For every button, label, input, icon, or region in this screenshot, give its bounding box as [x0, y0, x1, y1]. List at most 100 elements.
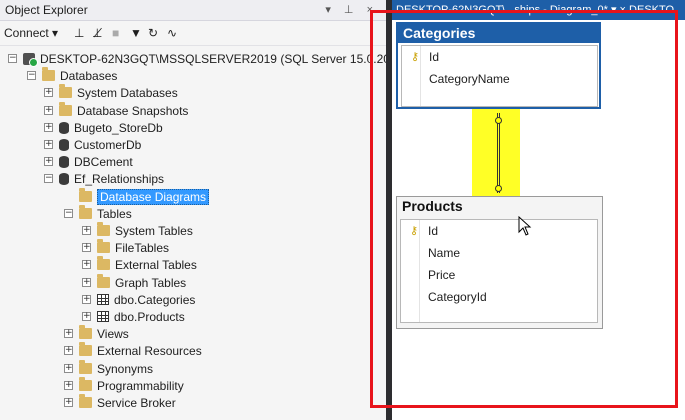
tree-node-label: Bugeto_StoreDb [74, 120, 163, 135]
folder-icon [59, 84, 72, 98]
tree-node[interactable]: Database Diagrams [64, 188, 210, 205]
disconnect-icon[interactable]: ⊥̸ [92, 26, 102, 40]
column-row[interactable]: CategoryName [402, 68, 597, 90]
tree-node-label: Databases [60, 68, 118, 83]
column-row[interactable]: Name [401, 242, 597, 264]
tree-node-label: DESKTOP-62N3GQT\MSSQLSERVER2019 (SQL Ser… [40, 51, 386, 66]
activity-monitor-icon[interactable]: ∿ [167, 26, 177, 40]
tree-node[interactable]: + Bugeto_StoreDb [44, 119, 163, 136]
folder-icon [97, 256, 110, 270]
folder-icon [79, 325, 92, 339]
expand-icon[interactable]: + [82, 278, 91, 287]
tree-node[interactable]: + dbo.Products [82, 308, 185, 325]
tree-node-label: Tables [97, 206, 132, 221]
tree-node[interactable]: − DESKTOP-62N3GQT\MSSQLSERVER2019 (SQL Se… [8, 50, 386, 67]
tree-node-label: FileTables [115, 240, 170, 255]
database-icon [59, 138, 69, 151]
expand-icon[interactable]: + [64, 364, 73, 373]
connect-button[interactable]: Connect ▾ [4, 26, 58, 40]
folder-icon [59, 102, 72, 116]
tree-node[interactable]: + FileTables [82, 239, 169, 256]
tree-node[interactable]: + Service Broker [64, 394, 176, 411]
column-name: CategoryId [428, 290, 487, 304]
tree-node-label: Programmability [97, 378, 184, 393]
collapse-icon[interactable]: − [64, 209, 73, 218]
connect-icon[interactable]: ⊥ [74, 26, 84, 40]
folder-icon [79, 342, 92, 356]
database-icon [59, 155, 69, 168]
column-name: Id [429, 50, 440, 64]
refresh-icon[interactable]: ↻ [148, 26, 158, 40]
tree-node[interactable]: − Ef_Relationships [44, 170, 164, 187]
stop-icon[interactable]: ■ [112, 26, 119, 40]
panel-window-buttons[interactable]: ▾ ⊥ × [325, 3, 378, 16]
column-row[interactable]: ⚷ Id [402, 46, 597, 68]
tree-node-label: System Databases [77, 85, 178, 100]
tree-node[interactable]: + Views [64, 325, 129, 342]
expand-icon[interactable]: + [44, 88, 53, 97]
tree-node[interactable]: − Tables [64, 205, 132, 222]
expand-icon[interactable]: + [44, 123, 53, 132]
column-row[interactable]: Price [401, 264, 597, 286]
server-icon [23, 52, 38, 67]
column-name: CategoryName [429, 72, 510, 86]
tree-node[interactable]: + dbo.Categories [82, 291, 195, 308]
expand-icon[interactable]: + [64, 381, 73, 390]
relationship-line[interactable] [497, 113, 500, 193]
tree-node-label: CustomerDb [74, 137, 142, 152]
collapse-icon[interactable]: − [27, 71, 36, 80]
relationship-key-end-icon [495, 117, 502, 124]
tree-node-label: System Tables [115, 223, 193, 238]
document-tab-bar: DESKTOP-62N3GQT\...ships - Diagram_0* ▾ … [392, 0, 685, 20]
tree-node-label: External Resources [97, 343, 202, 358]
object-explorer-toolbar: Connect ▾ ⊥ ⊥̸ ■ ▼ ↻ ∿ [0, 22, 386, 46]
column-row[interactable]: ⚷ Id [401, 220, 597, 242]
expand-icon[interactable]: + [64, 346, 73, 355]
folder-icon [97, 222, 110, 236]
diagram-canvas[interactable]: Categories ⚷ Id CategoryName Products ⚷ … [392, 20, 685, 420]
tree-node[interactable]: − Databases [27, 67, 117, 84]
database-icon [59, 172, 69, 185]
tree-node[interactable]: + Graph Tables [82, 274, 186, 291]
collapse-icon[interactable]: − [8, 54, 17, 63]
expand-icon[interactable]: + [82, 260, 91, 269]
tree-node[interactable]: + External Resources [64, 342, 202, 359]
table-icon [97, 311, 109, 322]
tree-node[interactable]: + System Databases [44, 84, 178, 101]
tree-node[interactable]: + Database Snapshots [44, 102, 188, 119]
database-icon [59, 121, 69, 134]
column-list: ⚷ Id CategoryName [401, 45, 598, 107]
object-explorer-title: Object Explorer [5, 3, 88, 17]
tree-node[interactable]: + DBCement [44, 153, 133, 170]
table-categories[interactable]: Categories ⚷ Id CategoryName [396, 22, 601, 109]
tree-node[interactable]: + System Tables [82, 222, 193, 239]
expand-icon[interactable]: + [64, 329, 73, 338]
collapse-icon[interactable]: − [44, 174, 53, 183]
expand-icon[interactable]: + [44, 157, 53, 166]
diagram-tab[interactable]: DESKTOP-62N3GQT\...ships - Diagram_0* ▾ … [396, 3, 674, 16]
tree-node[interactable]: + External Tables [82, 256, 197, 273]
expand-icon[interactable]: + [82, 226, 91, 235]
folder-icon [79, 360, 92, 374]
expand-icon[interactable]: + [82, 295, 91, 304]
tree-node-label: Database Snapshots [77, 103, 189, 118]
expand-icon[interactable]: + [82, 312, 91, 321]
tree-node-label: Database Diagrams [97, 188, 210, 205]
expand-icon[interactable]: + [82, 243, 91, 252]
tree-node[interactable]: + Synonyms [64, 360, 153, 377]
column-row[interactable]: CategoryId [401, 286, 597, 308]
relationship-infinity-end-icon [495, 185, 502, 192]
table-products[interactable]: Products ⚷ Id Name Price CategoryId [396, 196, 603, 329]
filter-icon[interactable]: ▼ [130, 26, 142, 40]
tree-node[interactable]: + CustomerDb [44, 136, 141, 153]
expand-icon[interactable]: + [44, 140, 53, 149]
tree-node-label: DBCement [74, 154, 133, 169]
tree-node-label: External Tables [115, 257, 197, 272]
expand-icon[interactable]: + [64, 398, 73, 407]
tree-node-label: Views [97, 326, 129, 341]
tree-node-label: Ef_Relationships [74, 171, 165, 186]
tree-node-label: dbo.Products [114, 309, 185, 324]
folder-icon [97, 239, 110, 253]
expand-icon[interactable]: + [44, 106, 53, 115]
tree-node[interactable]: + Programmability [64, 377, 184, 394]
